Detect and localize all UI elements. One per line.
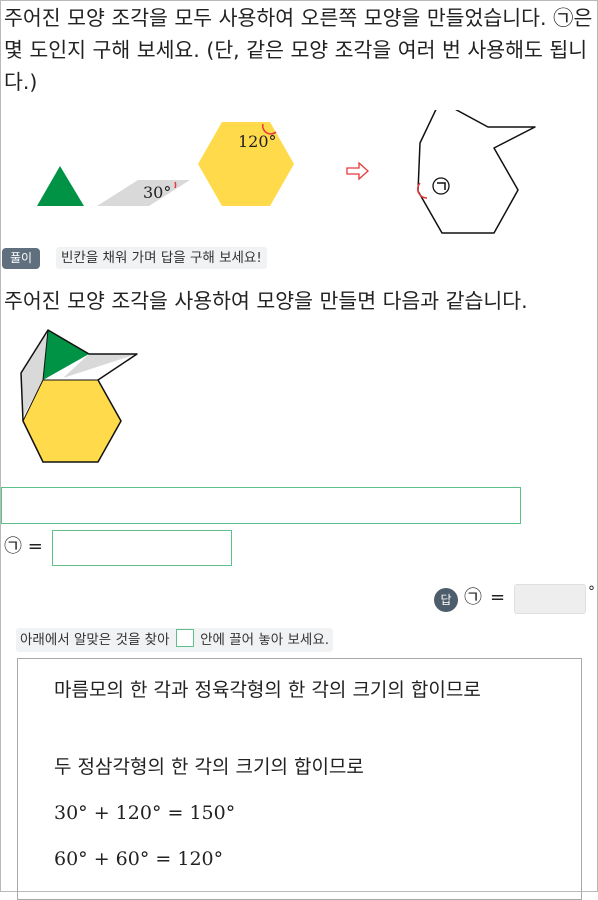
triangle-piece [37, 166, 84, 206]
equation-equals: = [27, 536, 43, 557]
answer-equals: = [490, 587, 506, 608]
equation-drop-box[interactable] [52, 530, 232, 566]
answer-symbol: ㉠ [464, 587, 482, 608]
solution-figure [20, 329, 138, 463]
question-text: 주어진 모양 조각을 모두 사용하여 오른쪽 모양을 만들었습니다. ㉠은 몇 … [4, 6, 593, 94]
choice-sum-120[interactable]: 60° + 60° = 120° [54, 844, 564, 874]
solution-sentence: 주어진 모양 조각을 사용하여 모양을 만들면 다음과 같습니다. [4, 289, 528, 313]
choice-rhombus-hexagon[interactable]: 마름모의 한 각과 정육각형의 한 각의 크기의 합이므로 [54, 675, 564, 705]
arrow-icon [346, 161, 369, 181]
problem-figure: 30° 120° [37, 110, 536, 234]
answer-unit: ° [588, 584, 595, 600]
rhombus-angle-mark [174, 181, 177, 189]
equation-label: ㉠ = [4, 534, 43, 560]
drag-instruction: 아래에서 알맞은 것을 찾아 안에 끌어 놓아 보세요. [16, 628, 334, 652]
equation-symbol: ㉠ [4, 536, 22, 557]
answer-badge: 답 [434, 588, 458, 612]
choice-panel: 마름모의 한 각과 정육각형의 한 각의 크기의 합이므로 두 정삼각형의 한 … [17, 658, 582, 900]
choice-two-triangles[interactable]: 두 정삼각형의 한 각의 크기의 합이므로 [54, 752, 564, 782]
answer-input[interactable] [514, 584, 586, 614]
choice-sum-150[interactable]: 30° + 120° = 150° [54, 798, 564, 828]
target-shape [417, 110, 536, 234]
instruction-before: 아래에서 알맞은 것을 찾아 [20, 632, 170, 648]
solution-badge: 풀이 [2, 248, 40, 269]
rhombus-angle-label: 30° [143, 183, 171, 202]
instruction-box-icon [175, 629, 194, 647]
reason-drop-box[interactable] [1, 487, 521, 524]
solution-hint: 빈칸을 채워 가며 답을 구해 보세요! [56, 247, 267, 269]
solution-green-triangle [43, 330, 89, 380]
instruction-after: 안에 끌어 놓아 보세요. [200, 632, 330, 648]
